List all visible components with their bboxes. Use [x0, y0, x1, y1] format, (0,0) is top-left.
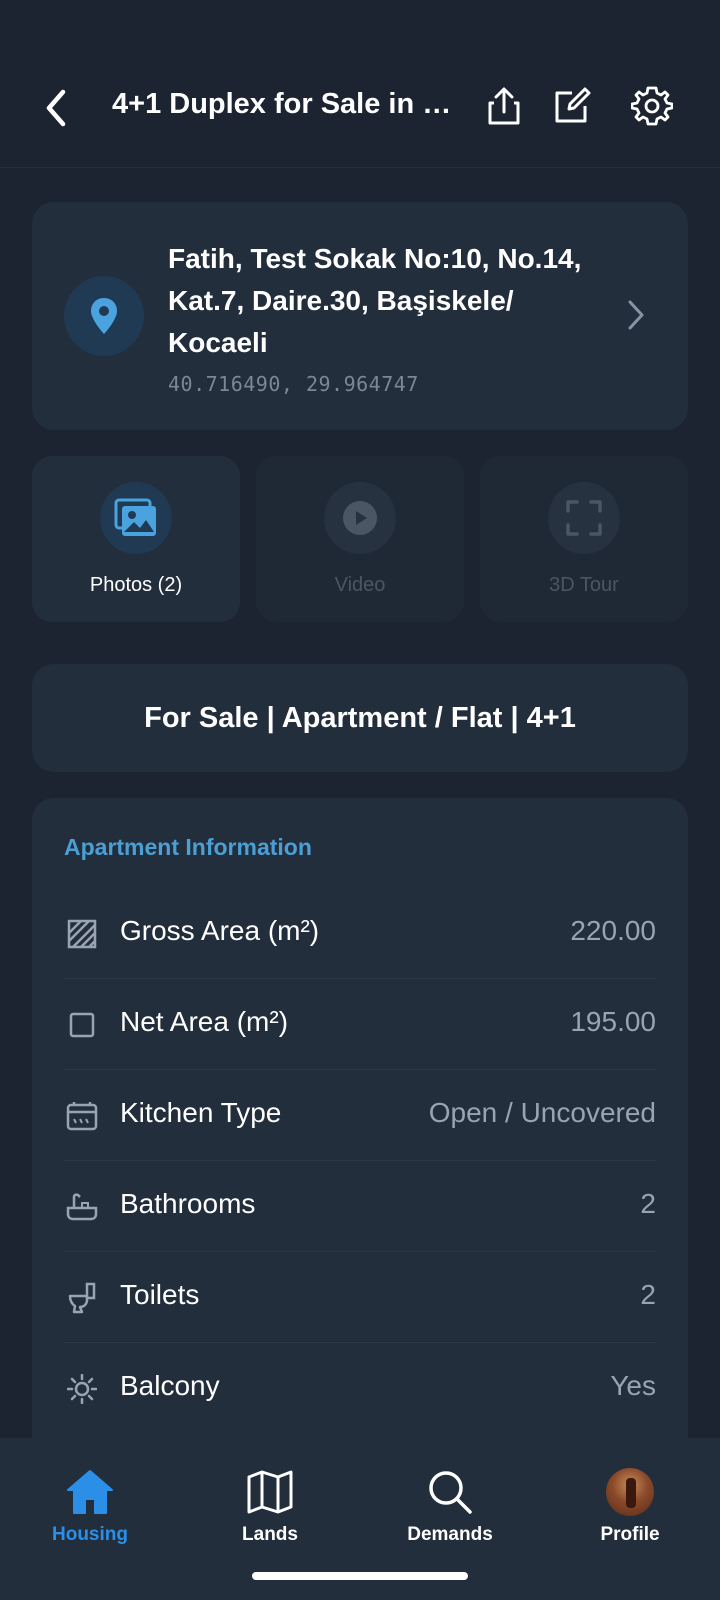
nav-label: Lands: [242, 1524, 298, 1545]
image-icon: [114, 498, 156, 536]
video-tile[interactable]: Video: [256, 456, 464, 622]
edit-button[interactable]: [546, 80, 598, 132]
share-button[interactable]: [478, 80, 530, 132]
info-row-gross-area: Gross Area (m²) 220.00: [64, 888, 656, 979]
info-row-kitchen-type: Kitchen Type Open / Uncovered: [64, 1070, 656, 1161]
chevron-right-icon: [628, 300, 644, 330]
square-icon: [69, 1012, 95, 1038]
status-bar: [0, 0, 720, 70]
info-label: Toilets: [120, 1279, 200, 1310]
settings-button[interactable]: [626, 80, 678, 132]
tour-3d-label: 3D Tour: [549, 574, 619, 596]
nav-housing[interactable]: Housing: [20, 1466, 160, 1546]
share-icon: [488, 87, 520, 125]
nav-profile[interactable]: Profile: [560, 1466, 700, 1546]
apartment-info-card: Apartment Information Gross Area (m²) 22…: [32, 798, 688, 1498]
photos-tile[interactable]: Photos (2): [32, 456, 240, 622]
info-value: Yes: [610, 1370, 656, 1401]
location-pin-icon: [91, 298, 117, 334]
toilet-icon: [68, 1282, 96, 1314]
info-value: Open / Uncovered: [428, 1097, 656, 1128]
back-button[interactable]: [36, 84, 76, 132]
nav-lands[interactable]: Lands: [200, 1466, 340, 1546]
stove-icon: [66, 1102, 98, 1131]
nav-demands[interactable]: Demands: [380, 1466, 520, 1546]
hatched-square-icon: [67, 919, 97, 949]
coordinates-text: 40.716490, 29.964747: [168, 372, 419, 396]
sun-icon: [67, 1374, 97, 1404]
video-badge: [324, 482, 396, 554]
avatar: [606, 1468, 654, 1516]
address-card[interactable]: Fatih, Test Sokak No:10, No.14, Kat.7, D…: [32, 202, 688, 430]
info-label: Bathrooms: [120, 1188, 256, 1219]
info-label: Balcony: [120, 1370, 220, 1401]
info-label: Kitchen Type: [120, 1097, 282, 1128]
listing-summary: For Sale | Apartment / Flat | 4+1: [144, 701, 576, 734]
info-row-balcony: Balcony Yes: [64, 1343, 656, 1434]
map-icon: [247, 1470, 293, 1514]
photos-label: Photos (2): [89, 574, 183, 596]
info-value: 220.00: [570, 915, 656, 946]
scan-frame-icon: [566, 500, 602, 536]
info-row-toilets: Toilets 2: [64, 1252, 656, 1343]
info-value: 195.00: [570, 1006, 656, 1037]
tour-3d-badge: [548, 482, 620, 554]
play-icon: [343, 501, 377, 535]
info-label: Net Area (m²): [120, 1006, 289, 1037]
app-header: 4+1 Duplex for Sale in Başiskele: [0, 70, 720, 168]
back-arrow-icon: [46, 89, 66, 127]
bathtub-icon: [66, 1193, 98, 1221]
info-row-net-area: Net Area (m²) 195.00: [64, 979, 656, 1070]
photos-badge: [100, 482, 172, 554]
nav-label: Housing: [52, 1524, 128, 1545]
listing-summary-card: For Sale | Apartment / Flat | 4+1: [32, 664, 688, 772]
page-title: 4+1 Duplex for Sale in Başiskele: [112, 88, 452, 120]
home-indicator[interactable]: [252, 1572, 468, 1580]
search-icon: [429, 1471, 472, 1514]
edit-icon: [555, 87, 591, 123]
address-text: Fatih, Test Sokak No:10, No.14, Kat.7, D…: [168, 243, 582, 358]
info-value: 2: [640, 1188, 656, 1219]
info-label: Gross Area (m²): [120, 915, 320, 946]
video-label: Video: [334, 574, 386, 596]
nav-label: Demands: [407, 1524, 493, 1545]
location-pin-badge: [64, 276, 144, 356]
nav-label: Profile: [600, 1524, 660, 1545]
info-row-bathrooms: Bathrooms 2: [64, 1161, 656, 1252]
home-icon: [67, 1470, 113, 1514]
info-value: 2: [640, 1279, 656, 1310]
tour-3d-tile[interactable]: 3D Tour: [480, 456, 688, 622]
settings-icon: [631, 86, 673, 126]
section-title: Apartment Information: [64, 834, 312, 860]
